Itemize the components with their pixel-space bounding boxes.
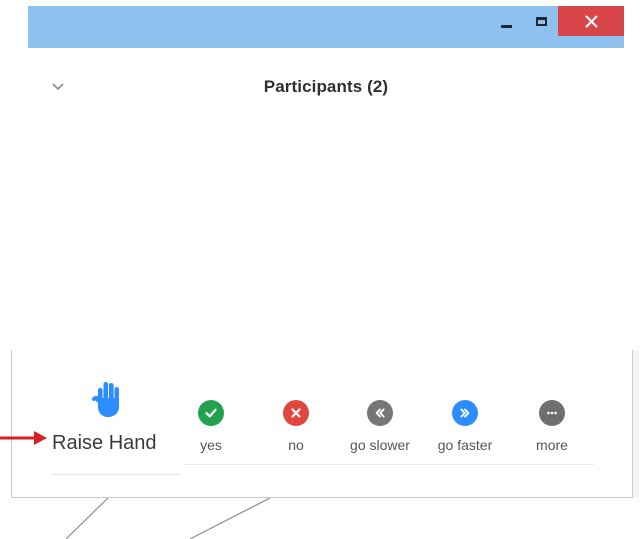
close-icon xyxy=(283,400,309,426)
feedback-yes-label: yes xyxy=(200,437,222,453)
fast-forward-icon xyxy=(452,400,478,426)
callout-pointer-lines xyxy=(65,498,271,539)
feedback-no-button[interactable]: no xyxy=(251,400,341,460)
feedback-row-divider xyxy=(184,464,594,465)
rewind-icon xyxy=(367,400,393,426)
more-dots-icon xyxy=(539,400,565,426)
annotation-arrow-icon xyxy=(0,431,47,445)
raise-hand-label: Raise Hand xyxy=(52,432,157,454)
minimize-button[interactable] xyxy=(492,6,520,36)
feedback-no-label: no xyxy=(288,437,304,453)
close-window-button[interactable] xyxy=(558,6,624,36)
maximize-button[interactable] xyxy=(526,6,556,36)
close-icon xyxy=(585,15,597,27)
window-titlebar xyxy=(28,6,624,48)
feedback-more-label: more xyxy=(536,437,568,453)
minimize-icon xyxy=(500,24,512,28)
maximize-icon xyxy=(535,16,547,26)
participants-header: Participants (2) xyxy=(28,48,624,128)
check-icon xyxy=(198,400,224,426)
raise-hand-icon xyxy=(92,382,119,417)
feedback-go-slower-label: go slower xyxy=(350,437,410,453)
feedback-go-faster-label: go faster xyxy=(437,437,493,453)
panel-title: Participants (2) xyxy=(263,77,389,96)
feedback-more-button[interactable]: more xyxy=(507,400,597,460)
raise-hand-divider xyxy=(52,474,180,475)
feedback-yes-button[interactable]: yes xyxy=(166,400,256,460)
raise-hand-button[interactable]: Raise Hand xyxy=(48,380,180,480)
feedback-go-slower-button[interactable]: go slower xyxy=(335,400,425,460)
feedback-go-faster-button[interactable]: go faster xyxy=(420,400,510,460)
